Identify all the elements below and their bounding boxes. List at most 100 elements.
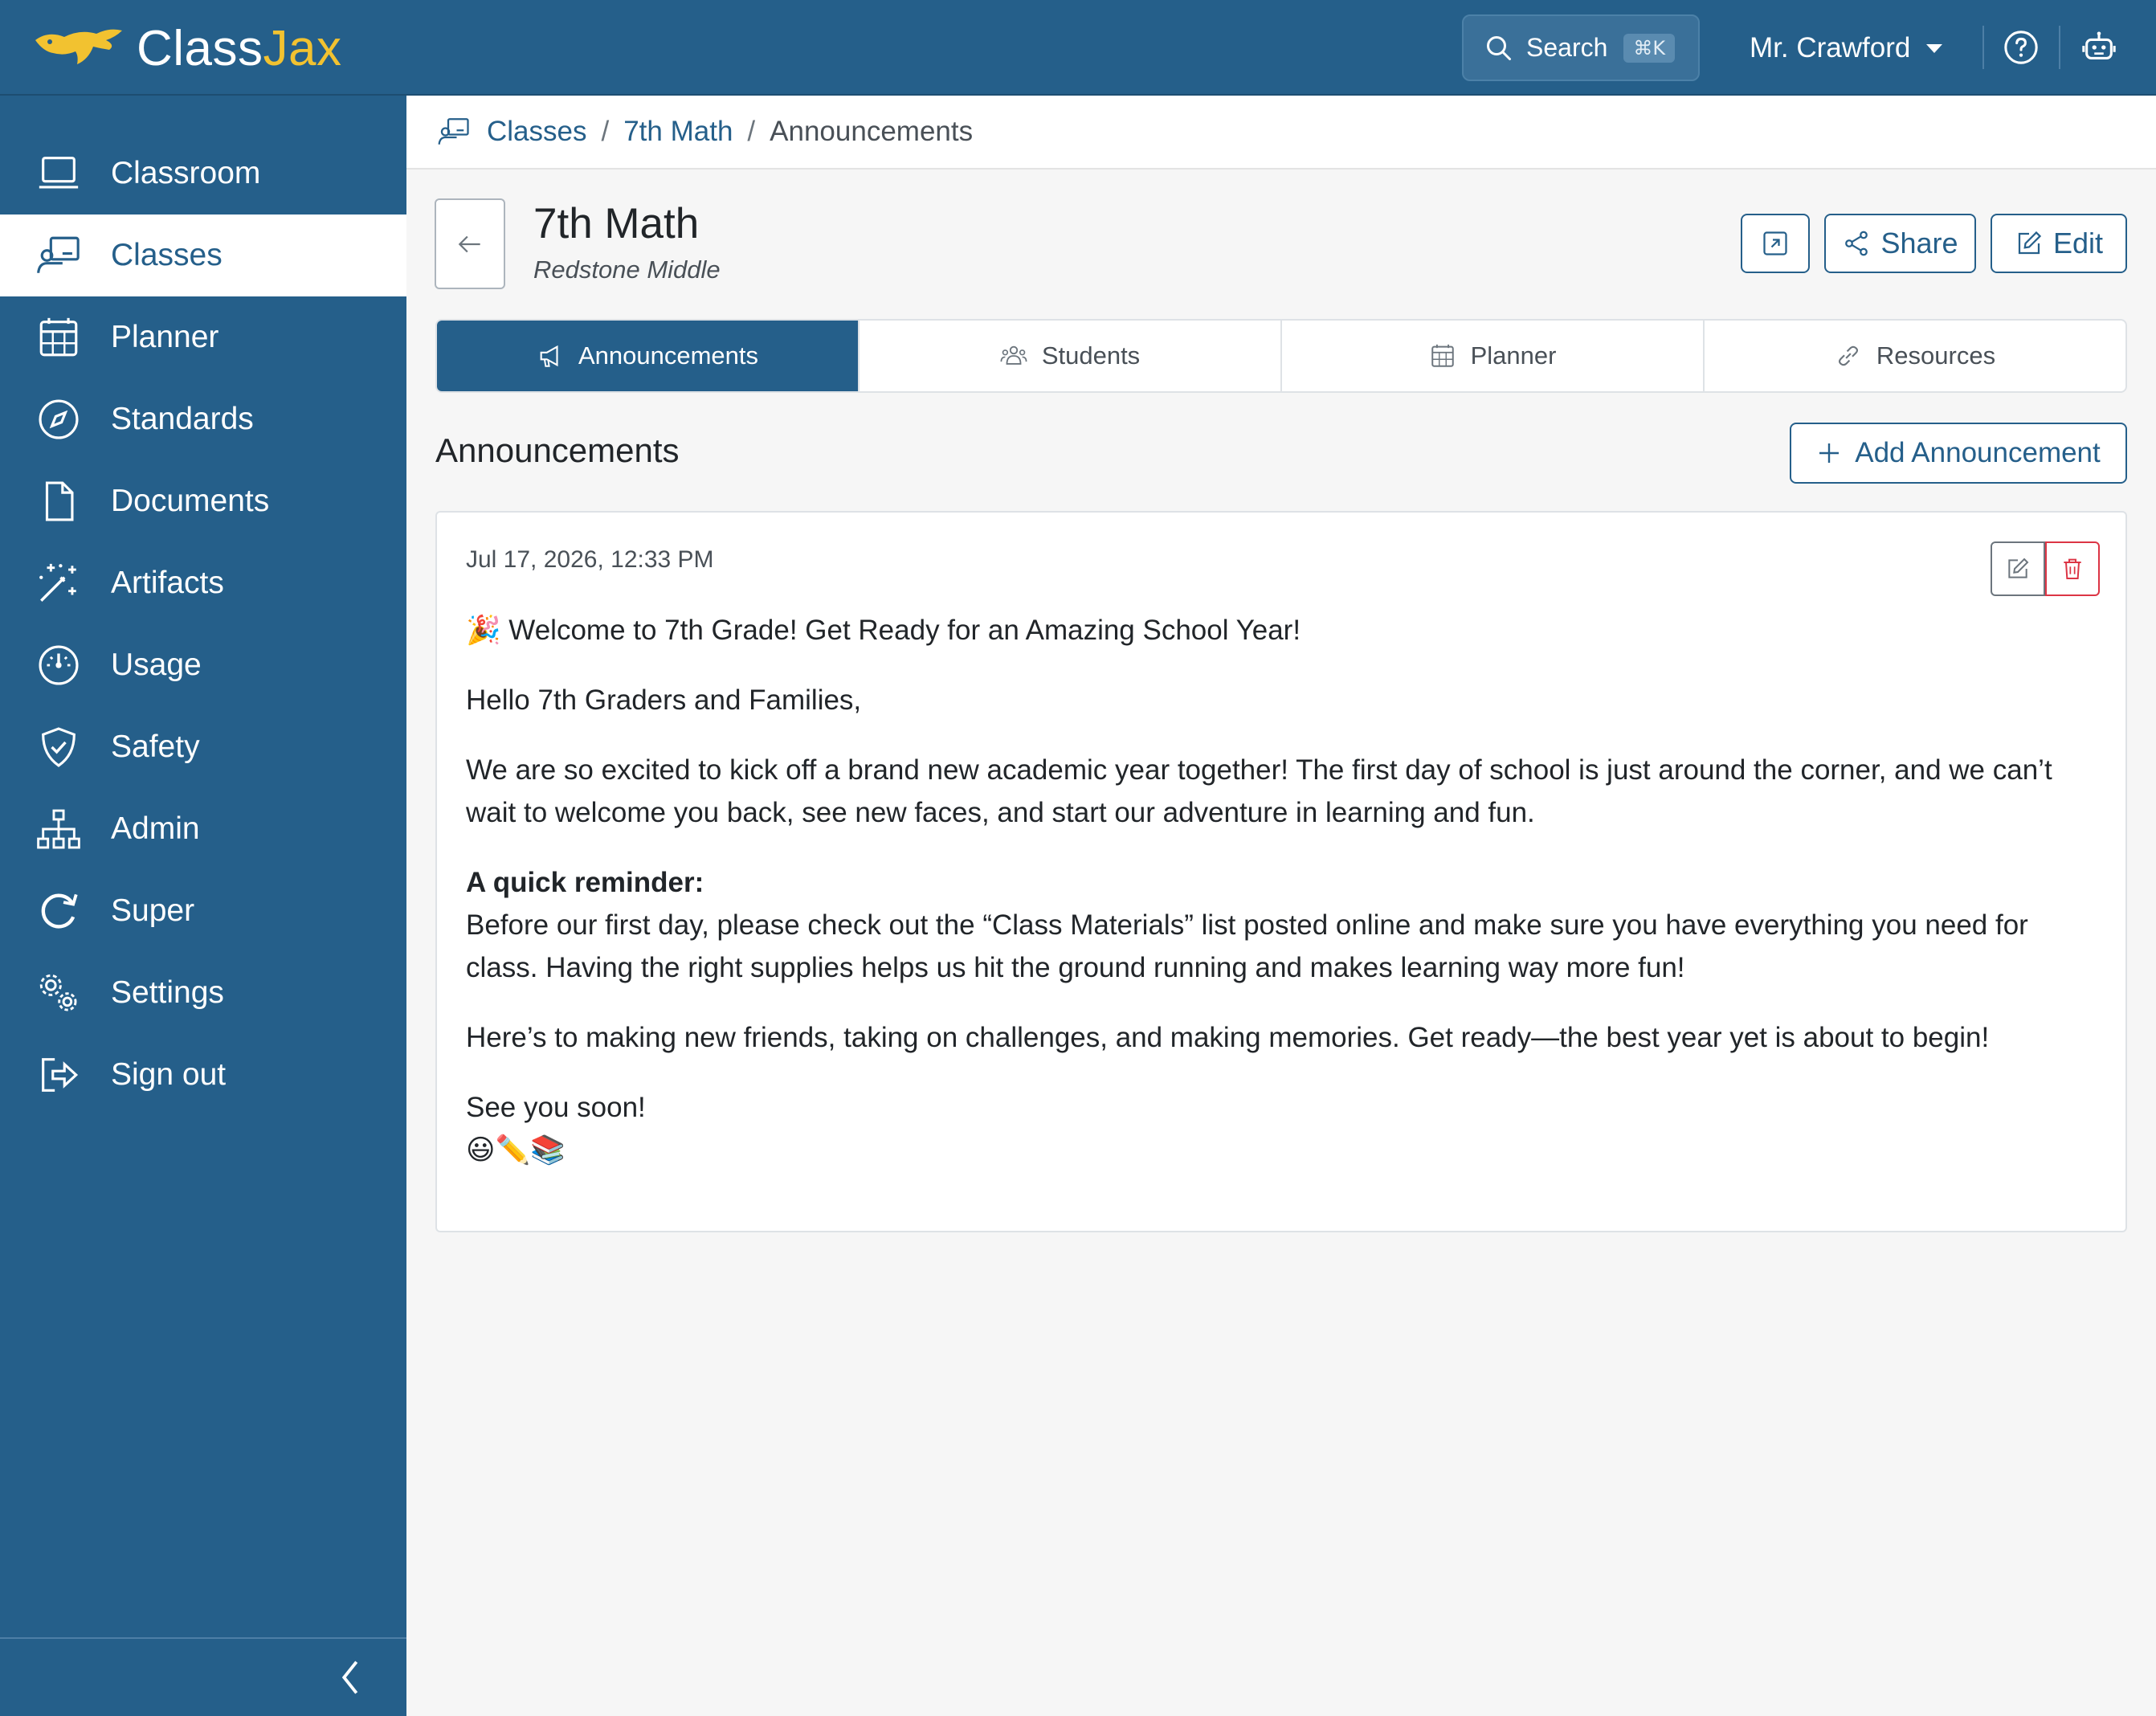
shield-check-icon [42, 727, 76, 767]
tab-label: Resources [1876, 341, 1996, 370]
open-external-button[interactable] [1741, 214, 1810, 273]
sidebar-item-label: Super [111, 893, 195, 928]
breadcrumb-current: Announcements [770, 116, 974, 147]
search-shortcut: ⌘K [1623, 33, 1676, 63]
add-announcement-label: Add Announcement [1855, 437, 2101, 468]
share-button[interactable]: Share [1824, 214, 1976, 273]
back-button[interactable] [435, 198, 505, 289]
sidebar-item-label: Classroom [111, 156, 261, 190]
pencil-square-icon [2018, 231, 2042, 255]
signoff-emojis: 😃✏️📚 [466, 1134, 566, 1166]
caret-down-icon [1926, 43, 1943, 53]
sidebar-item-label: Settings [111, 975, 224, 1010]
sidebar-item-label: Sign out [111, 1057, 227, 1092]
app-logo[interactable]: ClassJax [32, 16, 342, 80]
plus-icon [1819, 443, 1840, 463]
sidebar-item-usage[interactable]: Usage [0, 624, 406, 706]
signoff-text: See you soon! [466, 1092, 646, 1123]
sidebar-item-label: Admin [111, 811, 200, 846]
sidebar-item-label: Classes [111, 238, 223, 272]
brand-name-accent: Jax [263, 20, 342, 76]
speedometer-icon [39, 645, 79, 685]
breadcrumb: Classes / 7th Math / Announcements [406, 96, 2156, 170]
announcement-card: Jul 17, 2026, 12:33 PM 🎉 Welcome to 7th … [435, 511, 2127, 1232]
sidebar-item-label: Standards [111, 402, 254, 436]
teacher-board-icon [37, 236, 80, 273]
tab-students[interactable]: Students [860, 321, 1282, 391]
sidebar-item-admin[interactable]: Admin [0, 788, 406, 870]
breadcrumb-separator: / [747, 116, 756, 147]
section-title: Announcements [435, 431, 680, 469]
share-icon [1845, 231, 1868, 256]
announcement-body: 🎉 Welcome to 7th Grade! Get Ready for an… [466, 609, 2105, 1199]
reminder-title: A quick reminder: [466, 867, 704, 898]
sidebar-item-label: Documents [111, 484, 270, 518]
share-label: Share [1880, 227, 1958, 259]
sidebar-item-standards[interactable]: Standards [0, 378, 406, 460]
add-announcement-button[interactable]: Add Announcement [1790, 423, 2127, 484]
pencil-square-icon [2008, 558, 2029, 578]
sidebar-item-planner[interactable]: Planner [0, 296, 406, 378]
refresh-circle-icon [41, 893, 78, 929]
breadcrumb-link-class[interactable]: 7th Math [623, 116, 733, 148]
tab-planner[interactable]: Planner [1282, 321, 1705, 391]
sidebar: Classroom Classes Planner Standards Docu… [0, 96, 406, 1716]
divider [1982, 26, 1984, 69]
edit-announcement-button[interactable] [1991, 541, 2045, 596]
sidebar-item-label: Artifacts [111, 566, 224, 600]
sidebar-item-classroom[interactable]: Classroom [0, 133, 406, 214]
robot-icon[interactable] [2080, 29, 2117, 66]
sidebar-item-label: Planner [111, 320, 219, 354]
sidebar-item-artifacts[interactable]: Artifacts [0, 542, 406, 624]
brand-name: Class [137, 20, 263, 76]
breadcrumb-separator: / [601, 116, 610, 147]
breadcrumb-link-classes[interactable]: Classes [487, 116, 586, 148]
tab-announcements[interactable]: Announcements [437, 321, 860, 391]
announcement-reminder: A quick reminder: Before our first day, … [466, 861, 2105, 989]
file-icon [45, 481, 74, 521]
sidebar-item-safety[interactable]: Safety [0, 706, 406, 788]
laptop-icon [39, 157, 79, 189]
calendar-icon [1431, 344, 1454, 367]
sidebar-divider [0, 1637, 406, 1639]
sidebar-item-documents[interactable]: Documents [0, 460, 406, 542]
user-name: Mr. Crawford [1750, 32, 1911, 63]
school-name: Redstone Middle [533, 255, 721, 284]
top-bar: ClassJax Search ⌘K Mr. Crawford [0, 0, 2156, 96]
help-icon[interactable] [2003, 29, 2040, 66]
announcement-paragraph: Here’s to making new friends, taking on … [466, 1022, 1990, 1053]
org-chart-icon [37, 809, 80, 849]
announcement-greeting: Hello 7th Graders and Families, [466, 684, 862, 716]
announcement-date: Jul 17, 2026, 12:33 PM [466, 546, 714, 573]
compass-icon [39, 399, 79, 439]
search-button[interactable]: Search ⌘K [1462, 14, 1700, 81]
sidebar-item-sign-out[interactable]: Sign out [0, 1034, 406, 1116]
chevron-left-icon[interactable] [334, 1656, 366, 1699]
edit-label: Edit [2052, 227, 2104, 259]
class-tabs: Announcements Students Planner Resources [435, 319, 2127, 393]
magic-wand-icon [39, 563, 76, 602]
search-label: Search [1526, 33, 1608, 62]
sidebar-item-label: Safety [111, 729, 200, 764]
box-arrow-up-right-icon [1763, 231, 1787, 255]
announcement-signoff: See you soon! 😃✏️📚 [466, 1086, 2105, 1171]
reminder-text: Before our first day, please check out t… [466, 909, 2028, 983]
link-icon [1838, 345, 1858, 366]
tab-resources[interactable]: Resources [1705, 321, 2125, 391]
delete-announcement-button[interactable] [2045, 541, 2100, 596]
calendar-icon [39, 317, 78, 357]
sidebar-item-label: Usage [111, 648, 202, 682]
sidebar-item-super[interactable]: Super [0, 870, 406, 952]
arrow-left-icon [458, 235, 480, 252]
tab-label: Announcements [578, 341, 759, 370]
megaphone-icon [540, 345, 558, 367]
teacher-board-icon [438, 118, 469, 145]
announcement-paragraph: We are so excited to kick off a brand ne… [466, 754, 2052, 828]
sidebar-item-classes[interactable]: Classes [0, 214, 406, 296]
user-menu[interactable]: Mr. Crawford [1750, 24, 1943, 72]
sign-out-icon [42, 1058, 79, 1092]
search-icon [1487, 35, 1511, 60]
sidebar-item-settings[interactable]: Settings [0, 952, 406, 1034]
edit-button[interactable]: Edit [1991, 214, 2127, 273]
people-icon [1000, 345, 1027, 365]
